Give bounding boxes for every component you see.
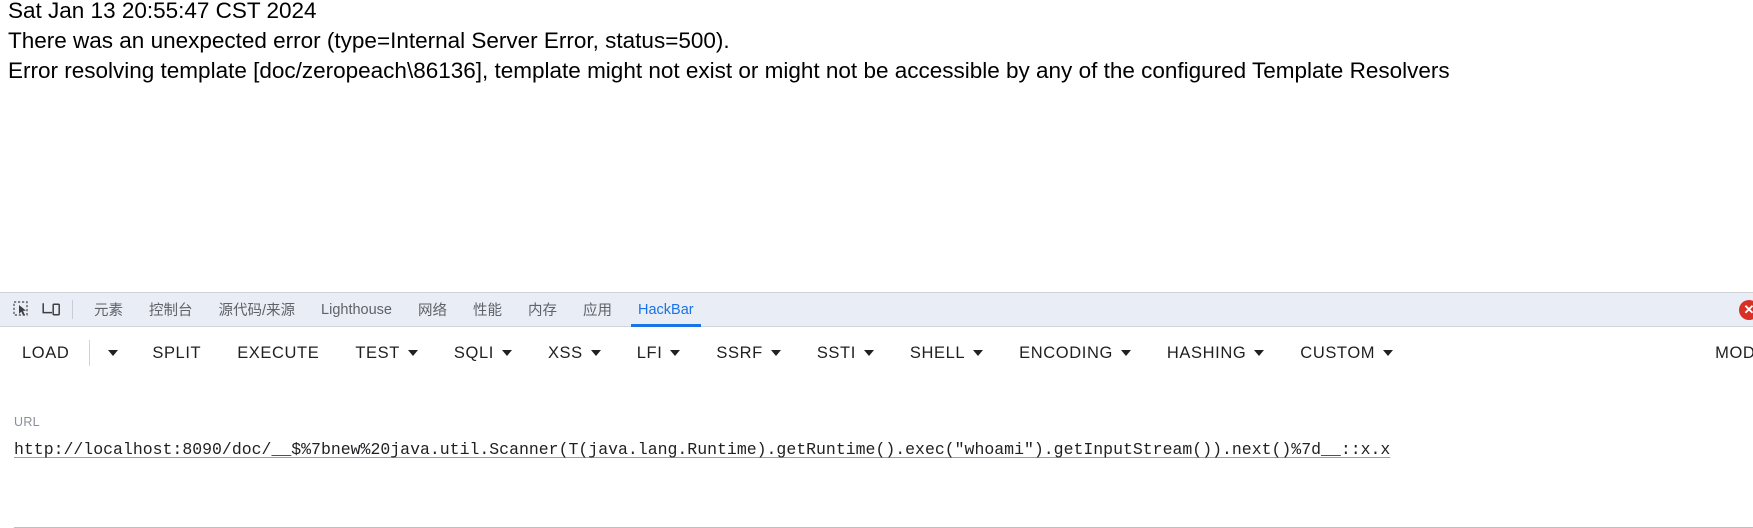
tab-label: Lighthouse	[321, 301, 392, 318]
tab-performance[interactable]: 性能	[460, 293, 515, 326]
tab-hackbar[interactable]: HackBar	[625, 293, 707, 327]
mode-button[interactable]: MODE	[1715, 338, 1753, 369]
test-menu-button[interactable]: TEST	[355, 338, 418, 369]
tab-label: 内存	[527, 303, 557, 319]
button-label: XSS	[547, 343, 583, 362]
custom-menu-button[interactable]: CUSTOM	[1300, 338, 1394, 369]
button-label: SSTI	[816, 343, 856, 362]
browser-content-area: Sat Jan 13 20:55:47 CST 2024 There was a…	[0, 0, 1753, 292]
button-label: ENCODING	[1019, 343, 1113, 362]
toolbar-divider	[72, 300, 73, 319]
error-detail: Error resolving template [doc/zeropeach\…	[8, 58, 1450, 83]
url-label: URL	[14, 415, 40, 429]
tab-label: 源代码/来源	[218, 303, 296, 319]
button-label: SQLI	[453, 343, 494, 362]
tab-label: 应用	[582, 303, 612, 319]
error-timestamp: Sat Jan 13 20:55:47 CST 2024	[8, 0, 317, 23]
device-toolbar-icon[interactable]	[36, 293, 66, 326]
load-divider	[89, 340, 91, 366]
tab-console[interactable]: 控制台	[136, 293, 206, 326]
tab-network[interactable]: 网络	[405, 293, 460, 326]
sqli-menu-button[interactable]: SQLI	[454, 338, 512, 369]
hashing-menu-button[interactable]: HASHING	[1166, 338, 1265, 369]
button-label: LFI	[636, 343, 663, 362]
lfi-menu-button[interactable]: LFI	[637, 338, 681, 369]
chevron-down-icon	[863, 350, 874, 356]
tab-label: HackBar	[637, 301, 694, 318]
hackbar-toolbar: LOAD SPLIT EXECUTE TEST SQLI XSS LFI SSR…	[0, 327, 1753, 379]
tab-label: 控制台	[149, 303, 193, 319]
button-label: EXECUTE	[237, 343, 320, 362]
chevron-down-icon	[1254, 350, 1265, 356]
shell-menu-button[interactable]: SHELL	[909, 338, 984, 369]
tab-sources[interactable]: 源代码/来源	[206, 293, 309, 326]
chevron-down-icon	[501, 350, 512, 356]
chevron-down-icon	[1120, 350, 1131, 356]
button-label: CUSTOM	[1300, 343, 1376, 362]
encoding-menu-button[interactable]: ENCODING	[1019, 338, 1131, 369]
error-count-badge[interactable]: ✕	[1739, 299, 1753, 320]
button-label: HASHING	[1166, 343, 1247, 362]
xss-menu-button[interactable]: XSS	[548, 338, 601, 369]
button-label: TEST	[355, 343, 400, 362]
devtools-tab-actions: ✕	[1739, 293, 1753, 326]
split-button[interactable]: SPLIT	[152, 338, 201, 369]
url-field-group: URL http://localhost:8090/doc/__$%7bnew%…	[14, 415, 1753, 459]
hackbar-panel: LOAD SPLIT EXECUTE TEST SQLI XSS LFI SSR…	[0, 327, 1753, 528]
button-label: LOAD	[22, 343, 70, 362]
chevron-down-icon	[407, 350, 418, 356]
devtools-tab-strip: 元素 控制台 源代码/来源 Lighthouse 网络 性能 内存 应用 Hac…	[0, 293, 1753, 327]
button-label: SPLIT	[152, 343, 202, 362]
button-label: SSRF	[716, 343, 763, 362]
tab-elements[interactable]: 元素	[81, 293, 136, 326]
tab-label: 网络	[417, 303, 447, 319]
execute-button[interactable]: EXECUTE	[237, 338, 319, 369]
button-label: MODE	[1715, 343, 1753, 362]
load-button[interactable]: LOAD	[22, 338, 69, 369]
chevron-down-icon	[770, 350, 781, 356]
error-summary: There was an unexpected error (type=Inte…	[8, 28, 730, 53]
tab-application[interactable]: 应用	[570, 293, 625, 326]
tab-memory[interactable]: 内存	[515, 293, 570, 326]
inspect-element-icon[interactable]	[6, 293, 36, 326]
chevron-down-icon	[1383, 350, 1394, 356]
devtools-panel: 元素 控制台 源代码/来源 Lighthouse 网络 性能 内存 应用 Hac…	[0, 292, 1753, 528]
chevron-down-icon	[973, 350, 984, 356]
tab-label: 性能	[472, 303, 502, 319]
chevron-down-icon	[670, 350, 681, 356]
chevron-down-icon	[590, 350, 601, 356]
tab-label: 元素	[94, 303, 123, 319]
tab-lighthouse[interactable]: Lighthouse	[308, 293, 405, 326]
url-input[interactable]: http://localhost:8090/doc/__$%7bnew%20ja…	[14, 440, 1753, 459]
button-label: SHELL	[909, 343, 966, 362]
ssrf-menu-button[interactable]: SSRF	[716, 338, 781, 369]
ssti-menu-button[interactable]: SSTI	[817, 338, 874, 369]
load-dropdown-caret-icon[interactable]	[104, 344, 122, 362]
